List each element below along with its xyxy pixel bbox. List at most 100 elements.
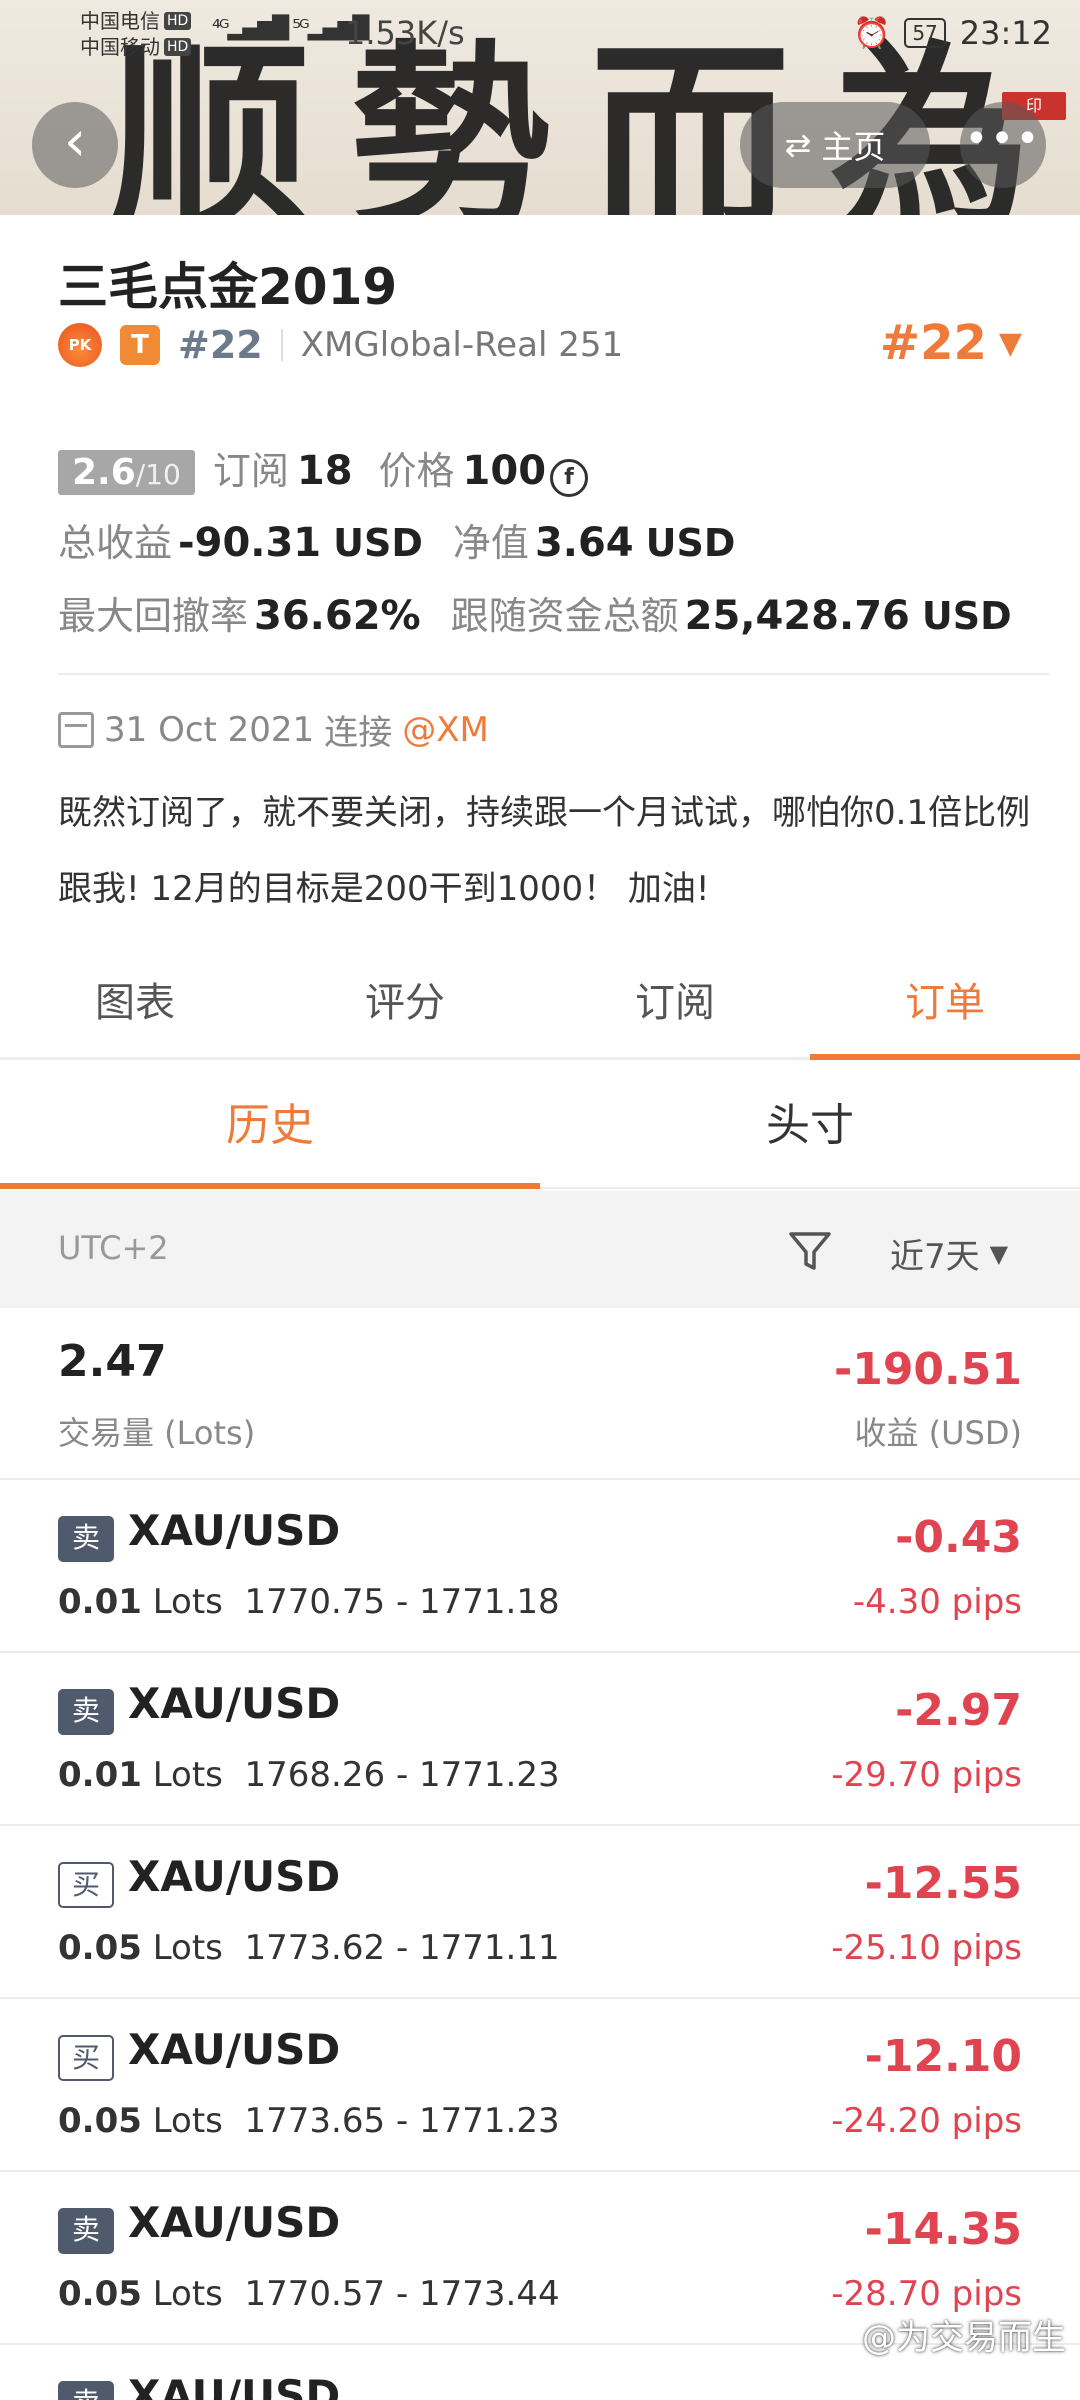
order-list: 卖 XAU/USD 0.01 Lots 1770.75 - 1771.18 -0… <box>0 1480 1080 2400</box>
summary-pnl-label: 收益 (USD) <box>854 1414 1022 1452</box>
watermark: @为交易而生 <box>862 2310 1066 2359</box>
tab-orders[interactable]: 订单 <box>810 940 1080 1060</box>
alarm-icon: ⏰ <box>852 15 891 51</box>
order-detail: 0.05 Lots 1773.65 - 1771.23 <box>58 2101 560 2141</box>
subs-value: 18 <box>296 448 353 494</box>
timezone-label: UTC+2 <box>58 1229 169 1267</box>
filter-icon[interactable] <box>786 1227 834 1275</box>
order-price-range: 1773.65 - 1771.23 <box>244 2101 560 2141</box>
home-label: 主页 <box>821 128 886 166</box>
summary-pnl: -190.51 <box>833 1344 1022 1395</box>
summary-volume-label: 交易量 (Lots) <box>58 1414 256 1452</box>
broker-link[interactable]: @XM <box>402 710 489 750</box>
subtab-positions[interactable]: 头寸 <box>540 1063 1080 1187</box>
account-name: XMGlobal-Real 251 <box>300 325 624 365</box>
tab-rating[interactable]: 评分 <box>270 940 540 1057</box>
total-unit: USD <box>333 521 423 565</box>
main-tabs: 图表 评分 订阅 订单 <box>0 940 1080 1060</box>
connection-info: 31 Oct 2021 连接 @XM <box>58 705 489 754</box>
order-lots-unit: Lots <box>152 2101 223 2141</box>
home-button[interactable]: ⇄ 主页 <box>740 102 930 188</box>
trader-bio: 既然订阅了，就不要关闭，持续跟一个月试试，哪怕你0.1倍比例跟我! 12月的目标… <box>58 793 1031 909</box>
order-lots: 0.05 <box>58 2101 142 2141</box>
tab-subscription[interactable]: 订阅 <box>540 940 810 1057</box>
order-pips: -24.20 pips <box>831 2101 1022 2141</box>
order-lots: 0.05 <box>58 2274 142 2314</box>
order-pnl: -0.43 <box>895 1512 1022 1563</box>
order-lots-unit: Lots <box>152 1582 223 1622</box>
caret-down-icon: ▼ <box>998 325 1022 361</box>
carrier-2: 中国移动 <box>80 35 160 59</box>
order-row[interactable]: 卖 XAU/USD 0.01 Lots 1770.75 - 1771.18 -0… <box>0 1480 1080 1653</box>
follow-label: 跟随资金总额 <box>450 594 679 638</box>
subtab-history[interactable]: 历史 <box>0 1063 540 1189</box>
pk-flame-icon: PK <box>58 323 102 367</box>
order-symbol: XAU/USD <box>128 2198 341 2247</box>
order-pnl: -2.97 <box>895 1685 1022 1736</box>
order-symbol: XAU/USD <box>128 2025 341 2074</box>
price-label: 价格 <box>378 449 455 493</box>
tier-badge: T <box>120 325 160 365</box>
stat-row-1: 2.6/10 订阅 18 价格 100 f <box>58 440 589 497</box>
side-badge: 卖 <box>58 1516 114 1562</box>
rating-value: 2.6 <box>72 452 136 493</box>
more-button[interactable]: ••• <box>960 102 1046 188</box>
battery-icon: 57 <box>904 18 946 48</box>
clock: 23:12 <box>959 14 1052 52</box>
equity-unit: USD <box>645 521 736 565</box>
connect-label: 连接 <box>324 713 393 753</box>
side-badge: 卖 <box>58 2208 114 2254</box>
rating-badge: 2.6/10 <box>58 450 195 495</box>
chevron-left-icon: ‹ <box>63 109 87 174</box>
range-label: 近7天 <box>890 1237 980 1277</box>
order-price-range: 1770.75 - 1771.18 <box>244 1582 560 1622</box>
rank-dropdown[interactable]: #22 ▼ <box>880 315 1022 371</box>
hd-badge: HD <box>164 12 192 30</box>
drawdown-value: 36.62% <box>254 593 421 639</box>
order-row[interactable]: 买 XAU/USD 0.05 Lots 1773.62 - 1771.11 -1… <box>0 1826 1080 1999</box>
order-lots: 0.01 <box>58 1755 142 1795</box>
side-badge: 卖 <box>58 2381 114 2400</box>
drawdown-label: 最大回撤率 <box>58 594 249 638</box>
price-value: 100 <box>462 448 547 494</box>
subs-label: 订阅 <box>212 449 289 493</box>
order-symbol: XAU/USD <box>128 1506 341 1555</box>
range-dropdown[interactable]: 近7天 ▼ <box>890 1229 1008 1278</box>
order-pips: -28.70 pips <box>831 2274 1022 2314</box>
rank-value: #22 <box>879 315 987 371</box>
net-speed: 1.53K/s <box>345 14 465 52</box>
order-pnl: -12.10 <box>864 2031 1022 2082</box>
follow-value: 25,428.76 <box>684 593 910 639</box>
order-row[interactable]: 买 XAU/USD 0.05 Lots 1773.65 - 1771.23 -1… <box>0 1999 1080 2172</box>
caret-down-icon: ▼ <box>989 1239 1009 1268</box>
order-pips: -29.70 pips <box>831 1755 1022 1795</box>
tab-chart[interactable]: 图表 <box>0 940 270 1057</box>
total-value: -90.31 <box>178 520 322 566</box>
order-symbol: XAU/USD <box>128 1852 341 1901</box>
filter-bar: UTC+2 近7天 ▼ <box>0 1191 1080 1308</box>
calendar-icon <box>58 711 94 748</box>
connect-date: 31 Oct 2021 <box>104 709 315 750</box>
watermark-text: @为交易而生 <box>862 2318 1066 2358</box>
order-pnl: -12.55 <box>864 1858 1022 1909</box>
header-banner: 顺勢而為 印 中国电信 HD 中国移动 HD ⁴ᴳ▂▄▆█ ⁵ᴳ▂▄▆█ 1.53K… <box>0 0 1080 215</box>
order-row[interactable]: 卖 XAU/USD 0.01 Lots 1768.26 - 1771.23 -2… <box>0 1653 1080 1826</box>
trader-name: 三毛点金2019 <box>58 258 398 316</box>
side-badge: 买 <box>58 2035 114 2081</box>
order-price-range: 1770.57 - 1773.44 <box>244 2274 560 2314</box>
order-detail: 0.01 Lots 1768.26 - 1771.23 <box>58 1755 560 1795</box>
divider <box>58 673 1050 675</box>
order-pips: -25.10 pips <box>831 1928 1022 1968</box>
order-pnl: -14.35 <box>864 2204 1022 2255</box>
order-detail: 0.01 Lots 1770.75 - 1771.18 <box>58 1582 560 1622</box>
side-badge: 卖 <box>58 1689 114 1735</box>
side-badge: 买 <box>58 1862 114 1908</box>
tag-separator <box>280 329 283 361</box>
stat-row-2: 总收益 -90.31 USD 净值 3.64 USD <box>58 512 735 567</box>
order-price-range: 1768.26 - 1771.23 <box>244 1755 560 1795</box>
follow-unit: USD <box>921 594 1012 638</box>
total-label: 总收益 <box>58 521 173 565</box>
back-button[interactable]: ‹ <box>32 102 118 188</box>
carrier-1: 中国电信 <box>80 9 160 33</box>
more-icon: ••• <box>964 116 1042 162</box>
